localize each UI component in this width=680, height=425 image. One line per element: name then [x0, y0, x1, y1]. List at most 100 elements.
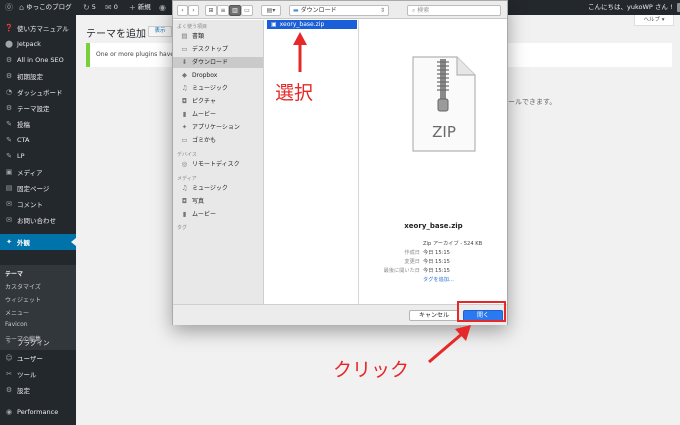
sidebar-item-users[interactable]: ☺ ユーザー [0, 350, 76, 366]
account-menu[interactable]: こんにちは、yukoWP さん ! [588, 0, 680, 15]
sidebar-item-appearance[interactable]: ✦ 外観 [0, 234, 76, 250]
list-view-button[interactable]: ≡ [217, 5, 229, 16]
sidebar-item-dashboard[interactable]: ◔ ダッシュボード [0, 84, 76, 100]
photos-icon: ◘ [181, 197, 188, 205]
list-icon: ≡ [220, 7, 226, 14]
select-arrow-icon [293, 32, 307, 72]
site-name-link[interactable]: ⌂ ゆっこのブログ [19, 0, 72, 15]
sidebar-item-theme-settings[interactable]: ⚙ テーマ設定 [0, 100, 76, 116]
finder-item-pictures[interactable]: ◘ ピクチャ [173, 96, 263, 107]
finder-item-remote-disc[interactable]: ◎ リモートディスク [173, 159, 263, 170]
upload-theme-button[interactable]: 表示 [148, 26, 172, 37]
applications-icon: ✦ [181, 123, 188, 131]
forward-button[interactable]: › [188, 5, 199, 16]
chevron-left-icon: ‹ [181, 7, 184, 14]
file-item-xeory-base[interactable]: ▣ xeory_base.zip [267, 20, 357, 29]
sidebar-item-setup[interactable]: ⚙ 初期設定 [0, 68, 76, 84]
dropbox-icon: ◆ [182, 71, 187, 79]
finder-item-photos[interactable]: ◘ 写真 [173, 196, 263, 207]
updates-link[interactable]: ↻ 5 [83, 0, 96, 15]
finder-item-dropbox[interactable]: ◆ Dropbox [173, 70, 263, 81]
notice-continuation [508, 43, 672, 67]
sidebar-item-settings[interactable]: ⚙ 設定 [0, 382, 76, 398]
finder-item-applications[interactable]: ✦ アプリケーション [173, 122, 263, 133]
performance-bar-icon[interactable]: ◉ [159, 0, 166, 15]
wp-logo-icon[interactable]: ⓪ [5, 0, 13, 15]
comment-icon: ✉ [6, 200, 12, 208]
comments-link[interactable]: ✉ 0 [105, 0, 118, 15]
column-view-button[interactable]: ▥ [229, 5, 241, 16]
dashboard-icon: ◔ [5, 88, 13, 96]
sidebar-item-posts[interactable]: ✎ 投稿 [0, 116, 76, 132]
help-tab[interactable]: ヘルプ ▾ [634, 15, 674, 26]
back-button[interactable]: ‹ [177, 5, 188, 16]
cancel-button[interactable]: キャンセル [409, 310, 459, 321]
finder-item-media-music[interactable]: ♫ ミュージック [173, 183, 263, 194]
location-popup[interactable]: ▬ ダウンロード ⇕ [289, 5, 389, 16]
finder-item-documents[interactable]: ▤ 書類 [173, 31, 263, 42]
music-icon: ♫ [181, 184, 188, 192]
grid-icon: ⊞ [208, 7, 214, 14]
mail-icon: ✉ [6, 216, 12, 224]
submenu-item-themes[interactable]: テーマ [5, 269, 23, 278]
sidebar-item-plugins[interactable]: ⚡ プラグイン [0, 334, 76, 350]
settings-icon: ⚙ [5, 386, 13, 394]
favorites-header: よく使う項目 [177, 24, 208, 30]
performance-icon: ◉ [5, 408, 13, 416]
plus-icon: + [129, 3, 136, 12]
arrange-icon: ▤▾ [266, 7, 276, 14]
sidebar-item-jetpack[interactable]: ⬤ Jetpack [0, 36, 76, 52]
coverflow-icon: ▭ [244, 7, 250, 14]
admin-sidebar: ❓ 使い方マニュアル ⬤ Jetpack ⚙ All in One SEO ⚙ 初期設定… [0, 15, 76, 425]
sidebar-item-tools[interactable]: ✂ ツール [0, 366, 76, 382]
upload-help-text: ールできます。 [508, 98, 557, 106]
coverflow-view-button[interactable]: ▭ [241, 5, 253, 16]
seo-icon: ⚙ [5, 56, 13, 64]
finder-item-gomikamo[interactable]: ▭ ゴミかも [173, 135, 263, 146]
sidebar-item-pages[interactable]: ▤ 固定ページ [0, 180, 76, 196]
manual-icon: ❓ [4, 24, 14, 32]
search-field[interactable]: ⌕ 検索 [407, 5, 501, 16]
icon-view-button[interactable]: ⊞ [205, 5, 217, 16]
zip-document-icon: ZIP [412, 56, 476, 152]
submenu-item-widgets[interactable]: ウィジェット [5, 295, 41, 304]
movies-icon: ▮ [182, 210, 187, 218]
updates-icon: ↻ [83, 3, 90, 12]
devices-header: デバイス [177, 152, 197, 158]
sidebar-item-manual[interactable]: ❓ 使い方マニュアル [0, 20, 76, 36]
pin-icon: ✎ [6, 120, 12, 128]
arrange-button[interactable]: ▤▾ [261, 5, 281, 16]
sidebar-item-lp[interactable]: ✎ LP [0, 148, 76, 164]
new-content-link[interactable]: + 新規 [129, 0, 151, 15]
pin-icon: ✎ [6, 136, 12, 144]
preview-file-name: xeory_base.zip [404, 222, 463, 230]
pictures-icon: ◘ [181, 97, 188, 105]
preview-pane: ZIP xeory_base.zip Zip アーカイブ - 524 KB 作成… [360, 20, 507, 304]
sidebar-item-cta[interactable]: ✎ CTA [0, 132, 76, 148]
submenu-item-favicon[interactable]: Favicon [5, 321, 28, 328]
music-icon: ♫ [181, 84, 188, 92]
open-button[interactable]: 開く [463, 310, 503, 321]
finder-item-desktop[interactable]: ▭ デスクトップ [173, 44, 263, 55]
sidebar-item-media[interactable]: ▣ メディア [0, 164, 76, 180]
submenu-item-menus[interactable]: メニュー [5, 308, 29, 317]
finder-item-movies[interactable]: ▮ ムービー [173, 109, 263, 120]
page-title: テーマを追加 [86, 29, 146, 40]
jetpack-icon: ⬤ [5, 40, 13, 48]
finder-item-music[interactable]: ♫ ミュージック [173, 83, 263, 94]
finder-item-downloads[interactable]: ⬇ ダウンロード [173, 57, 263, 68]
page-icon: ▤ [5, 184, 13, 192]
add-tags-link[interactable]: タグを追加... [423, 276, 454, 283]
select-annotation: 選択 [275, 82, 314, 104]
file-open-dialog: ‹ › ⊞ ≡ ▥ ▭ ▤▾ ▬ ダウンロード ⇕ ⌕ 検索 よく使う項目 ▤ 書類 … [172, 0, 508, 325]
dialog-footer: キャンセル 開く [173, 304, 507, 325]
sidebar-item-seo[interactable]: ⚙ All in One SEO [0, 52, 76, 68]
downloads-icon: ⬇ [181, 58, 188, 66]
comment-bubble-icon: ✉ [105, 3, 112, 12]
sidebar-item-performance[interactable]: ◉ Performance [0, 404, 76, 420]
finder-item-media-movies[interactable]: ▮ ムービー [173, 209, 263, 220]
updown-chevron-icon: ⇕ [379, 7, 385, 14]
sidebar-item-comments[interactable]: ✉ コメント [0, 196, 76, 212]
submenu-item-customize[interactable]: カスタマイズ [5, 282, 41, 291]
sidebar-item-contact[interactable]: ✉ お問い合わせ [0, 212, 76, 228]
